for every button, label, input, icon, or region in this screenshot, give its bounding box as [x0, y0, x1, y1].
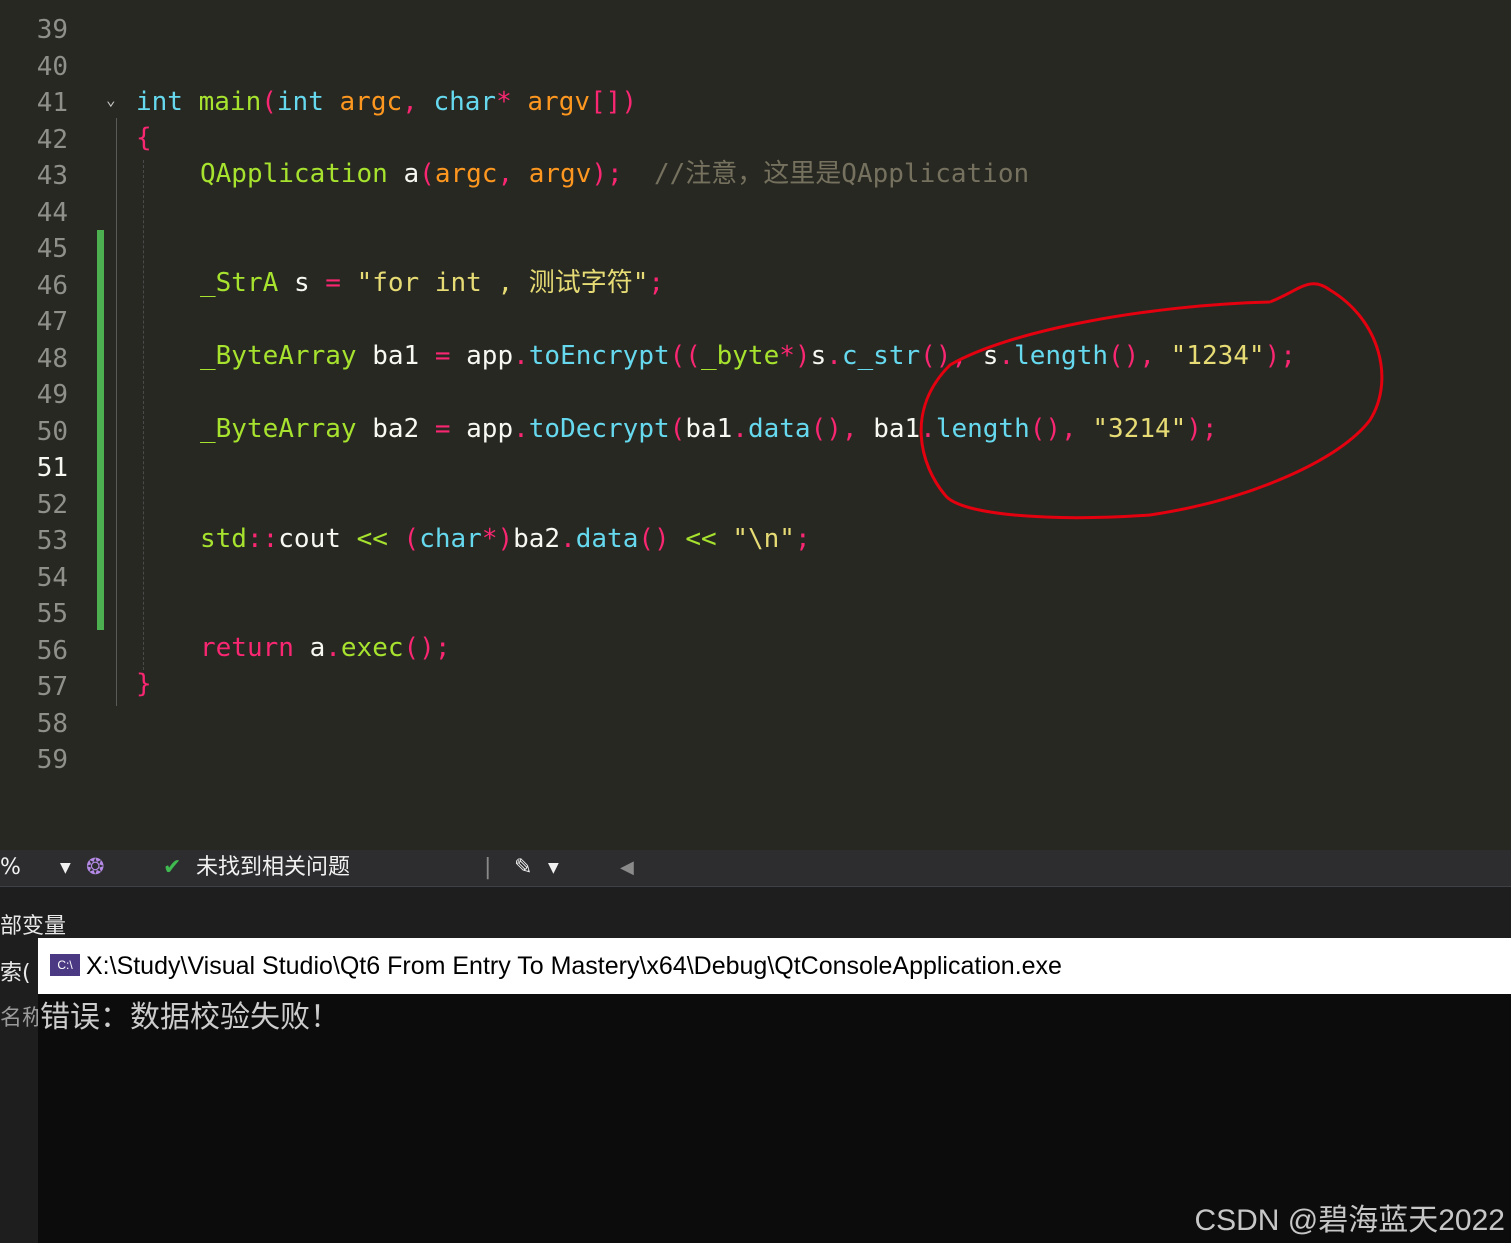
- code-line-41[interactable]: int main(int argc, char* argv[]): [136, 84, 637, 120]
- separator: |: [484, 855, 492, 880]
- scroll-left-arrow-icon[interactable]: ◀: [620, 850, 634, 886]
- indent-guide: [143, 160, 145, 670]
- zoom-value[interactable]: %: [0, 850, 21, 886]
- line-number: 50: [36, 416, 68, 447]
- line-number: 46: [36, 270, 68, 301]
- editor-status-bar: % ▼ ❂ ✔ 未找到相关问题 | ✎ ▼ ◀: [0, 850, 1511, 887]
- console-output-text: 错误：数据校验失败！: [40, 1000, 340, 1035]
- line-number: 53: [36, 526, 68, 556]
- line-number: 56: [36, 635, 68, 666]
- panel-search-label: 索(: [0, 961, 31, 986]
- line-number: 52: [36, 489, 68, 520]
- line-number: 47: [36, 307, 68, 337]
- scope-guide: [116, 118, 117, 706]
- line-number: 49: [36, 380, 68, 410]
- zoom-dropdown-chevron-icon[interactable]: ▼: [60, 850, 71, 886]
- code-line-53[interactable]: std::cout << (char*)ba2.data() << "\n";: [200, 521, 811, 557]
- console-title-text: X:\Study\Visual Studio\Qt6 From Entry To…: [86, 952, 1062, 980]
- line-number: 57: [36, 672, 68, 702]
- line-number: 40: [36, 51, 68, 82]
- code-line-42[interactable]: {: [136, 120, 152, 156]
- line-number: 58: [36, 708, 68, 739]
- code-line-48[interactable]: _ByteArray ba1 = app.toEncrypt((_byte*)s…: [200, 338, 1296, 374]
- issues-status-text[interactable]: 未找到相关问题: [196, 850, 350, 886]
- line-number: 42: [36, 124, 68, 155]
- cleanup-dropdown-chevron-icon[interactable]: ▼: [548, 850, 559, 886]
- panel-title: 部变量: [0, 914, 67, 939]
- line-number: 44: [36, 197, 68, 228]
- code-cleanup-brush-icon[interactable]: ✎: [514, 850, 532, 886]
- copilot-icon[interactable]: ❂: [86, 850, 104, 886]
- watermark-text: CSDN @碧海蓝天2022: [1194, 1204, 1505, 1237]
- line-number: 54: [36, 562, 68, 593]
- code-line-57[interactable]: }: [136, 666, 152, 702]
- line-number: 43: [36, 161, 68, 191]
- line-number: 41: [36, 88, 68, 118]
- line-number: 55: [36, 599, 68, 629]
- line-number: 48: [36, 343, 68, 374]
- code-editor[interactable]: 39 40 41 42 43 44 45 46 47 48 49 50 51 52 53 54 55 56 57 58…: [0, 0, 1511, 850]
- console-title-bar[interactable]: C:\ X:\Study\Visual Studio\Qt6 From Entry…: [38, 938, 1511, 994]
- line-number: 45: [36, 234, 68, 264]
- fold-chevron-icon[interactable]: ⌄: [106, 90, 124, 109]
- line-number: 59: [36, 745, 68, 775]
- line-number: 39: [36, 15, 68, 45]
- code-line-50[interactable]: _ByteArray ba2 = app.toDecrypt(ba1.data(…: [200, 411, 1218, 447]
- code-line-43[interactable]: QApplication a(argc, argv); //注意，这里是QApp…: [200, 156, 1029, 192]
- console-app-icon: C:\: [50, 954, 80, 977]
- code-line-56[interactable]: return a.exec();: [200, 630, 450, 666]
- change-indicator-bar: [97, 230, 104, 630]
- line-number: 51: [36, 453, 68, 483]
- code-line-46[interactable]: _StrA s = "for int , 测试字符";: [200, 265, 664, 301]
- check-circle-icon: ✔: [163, 855, 182, 880]
